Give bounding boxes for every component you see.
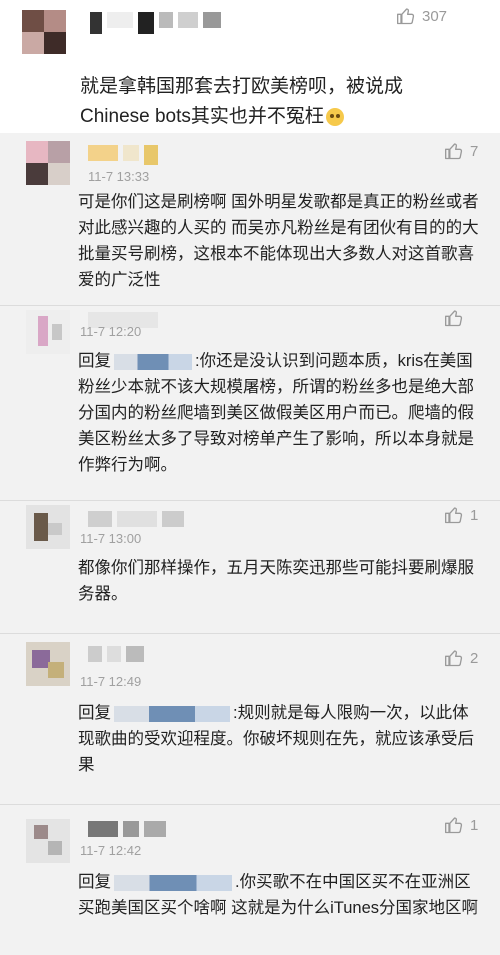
comment-time: 11-7 13:00: [80, 531, 142, 546]
avatar[interactable]: [22, 10, 66, 54]
username[interactable]: [88, 511, 189, 527]
thumbs-up-icon: [445, 817, 463, 834]
comment-5: 11-7 12:42 1 回复 .你买歌不在中国区买不在亚洲区买跑美国区买个啥啊 …: [0, 805, 500, 955]
comment-text: 回复 .你买歌不在中国区买不在亚洲区买跑美国区买个啥啊 这就是为什么iTunes分…: [78, 873, 478, 917]
like-count: 1: [470, 816, 479, 834]
avatar[interactable]: [26, 310, 70, 354]
mention-link[interactable]: [114, 874, 232, 891]
like-button[interactable]: [444, 308, 470, 328]
like-button[interactable]: 2: [444, 648, 478, 668]
avatar[interactable]: [26, 642, 70, 686]
like-count: 1: [470, 506, 479, 524]
comment-text: 回复:规则就是每人限购一次，以此体现歌曲的受欢迎程度。你破坏规则在先，就应该承受…: [78, 704, 474, 774]
comment-time: 11-7 13:33: [88, 169, 150, 184]
like-button[interactable]: 1: [444, 815, 478, 835]
mention-link[interactable]: [114, 705, 230, 722]
avatar[interactable]: [26, 141, 70, 185]
username[interactable]: [88, 145, 163, 165]
comment-text: 都像你们那样操作，五月天陈奕迅那些可能抖要刷爆服务器。: [78, 559, 474, 603]
thumbs-up-icon: [445, 310, 463, 327]
comment-text: 就是拿韩国那套去打欧美榜呗，被说成 Chinese bots其实也并不冤枉: [80, 76, 404, 127]
mention-link[interactable]: [114, 353, 192, 370]
comment-2: 11-7 12:20 回复:你还是没认识到问题本质，kris在美国粉丝少本就不该…: [0, 306, 500, 500]
avatar[interactable]: [26, 819, 70, 863]
username[interactable]: [88, 646, 149, 662]
username[interactable]: [88, 821, 171, 837]
thumbs-up-icon: [397, 8, 415, 25]
username[interactable]: [90, 12, 226, 34]
thumbs-up-icon: [445, 143, 463, 160]
comment-1: 11-7 13:33 7 可是你们这是刷榜啊 国外明星发歌都是真正的粉丝或者对此…: [0, 133, 500, 305]
comment-3: 11-7 13:00 1 都像你们那样操作，五月天陈奕迅那些可能抖要刷爆服务器。: [0, 501, 500, 633]
like-count: 307: [422, 7, 448, 25]
avatar[interactable]: [26, 505, 70, 549]
like-button[interactable]: 7: [444, 141, 478, 161]
thumbs-up-icon: [445, 507, 463, 524]
laugh-cry-emoji-icon: [325, 107, 344, 126]
like-button[interactable]: 307: [396, 6, 447, 26]
thumbs-up-icon: [445, 650, 463, 667]
comment-time: 11-7 12:42: [80, 843, 142, 858]
like-count: 2: [470, 649, 479, 667]
like-button[interactable]: 1: [444, 505, 478, 525]
comment-time: 11-7 12:20: [80, 324, 142, 339]
comment-0: 307 就是拿韩国那套去打欧美榜呗，被说成 Chinese bots其实也并不冤…: [0, 0, 500, 133]
comment-text: 可是你们这是刷榜啊 国外明星发歌都是真正的粉丝或者对此感兴趣的人买的 而吴亦凡粉…: [78, 193, 479, 289]
comment-4: 11-7 12:49 2 回复:规则就是每人限购一次，以此体现歌曲的受欢迎程度。…: [0, 634, 500, 804]
comment-time: 11-7 12:49: [80, 674, 142, 689]
comment-text: 回复:你还是没认识到问题本质，kris在美国粉丝少本就不该大规模屠榜，所谓的粉丝…: [78, 352, 474, 474]
like-count: 7: [470, 142, 479, 160]
